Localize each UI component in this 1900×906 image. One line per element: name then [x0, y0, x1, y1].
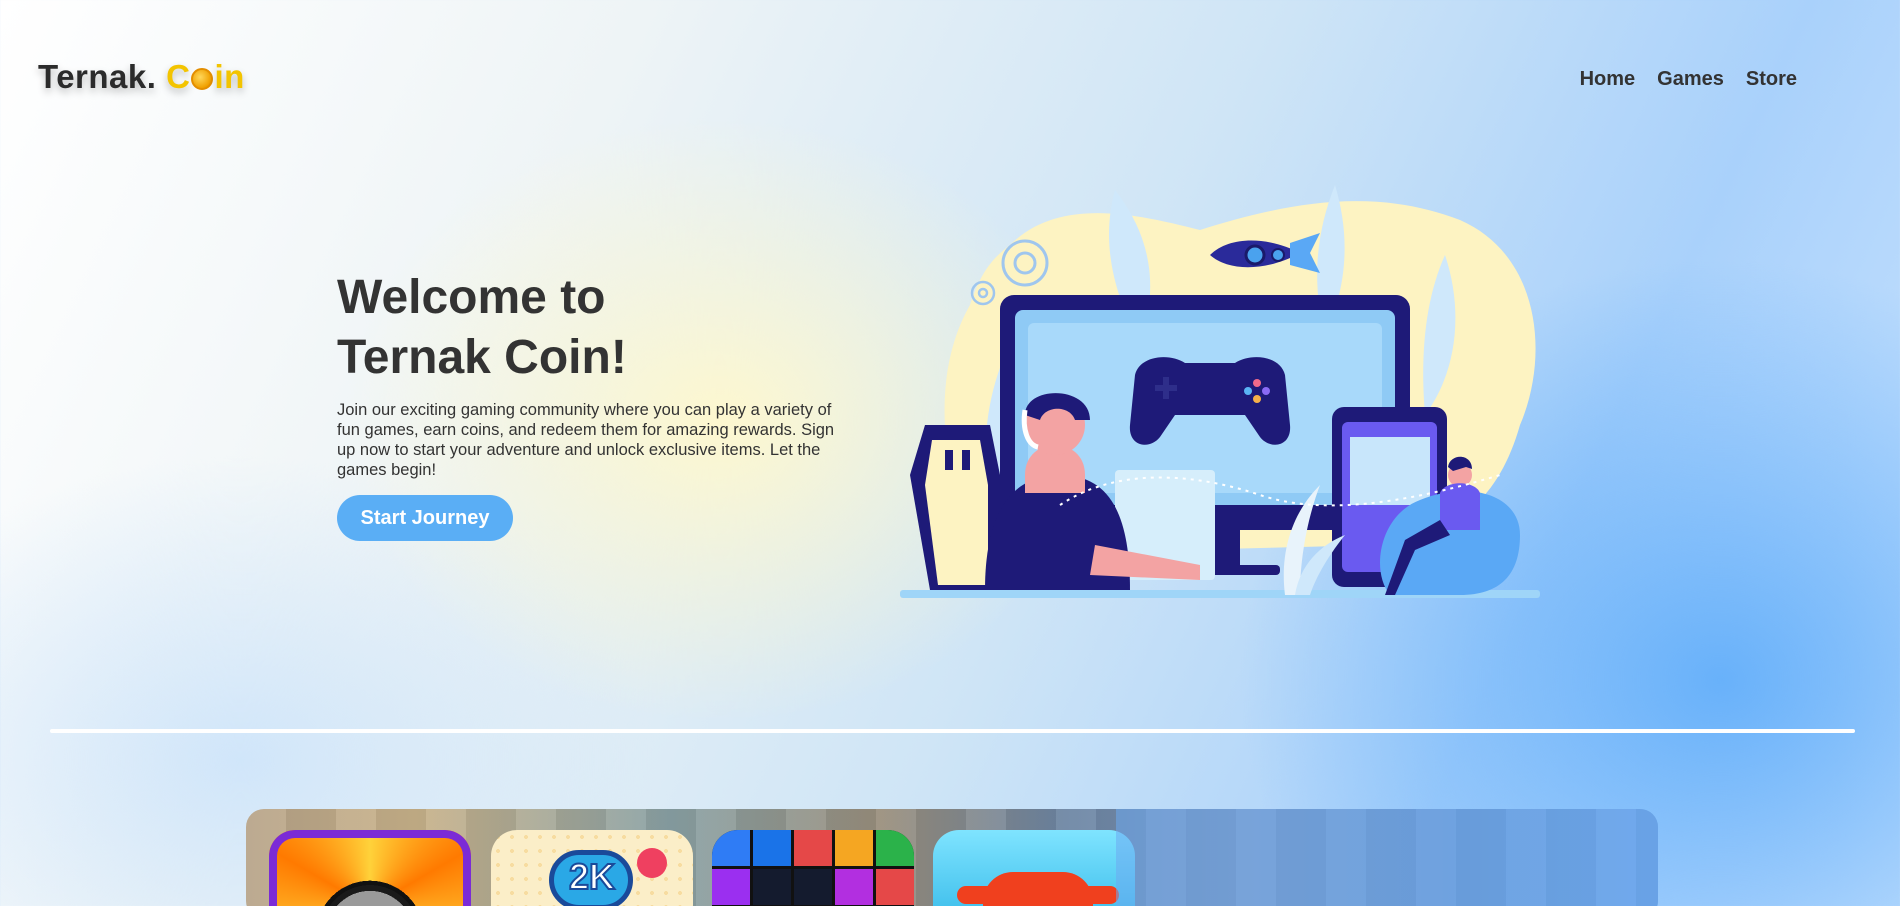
bomb-icon — [269, 830, 471, 906]
game-2k-label: 2K — [568, 855, 616, 898]
start-journey-button[interactable]: Start Journey — [337, 495, 513, 541]
hero-title-line-1: Welcome to — [337, 271, 606, 324]
game-thumbnail-2k[interactable]: 2K — [491, 830, 693, 906]
hero-title: Welcome to Ternak Coin! — [337, 268, 797, 388]
game-thumbnail-blocks[interactable] — [712, 830, 914, 906]
logo-coin-c: C — [166, 58, 191, 95]
nav-games-link[interactable]: Games — [1657, 68, 1724, 91]
gaming-illustration — [900, 185, 1540, 598]
block-grid — [712, 830, 914, 906]
games-carousel[interactable]: 2K — [246, 809, 1658, 906]
nav-home-link[interactable]: Home — [1580, 68, 1636, 91]
coin-icon — [191, 68, 214, 90]
game-thumbnail-runner[interactable] — [933, 830, 1135, 906]
main-nav: Home Games Store — [1580, 68, 1797, 91]
logo-coin-rest: in — [214, 58, 245, 95]
hero-description: Join our exciting gaming community where… — [337, 401, 835, 479]
game-thumbnail-bomb[interactable] — [269, 830, 471, 906]
stickman-icon — [957, 872, 1119, 906]
logo-prefix: Ternak. — [38, 58, 157, 95]
nav-store-link[interactable]: Store — [1746, 68, 1797, 91]
carousel-overlay — [1116, 809, 1658, 906]
logo-coin-word: Cin — [166, 58, 245, 95]
ball-icon — [637, 848, 667, 878]
section-divider — [50, 729, 1855, 733]
site-logo[interactable]: Ternak. Cin — [38, 58, 245, 96]
hero-title-line-2: Ternak Coin! — [337, 331, 627, 384]
